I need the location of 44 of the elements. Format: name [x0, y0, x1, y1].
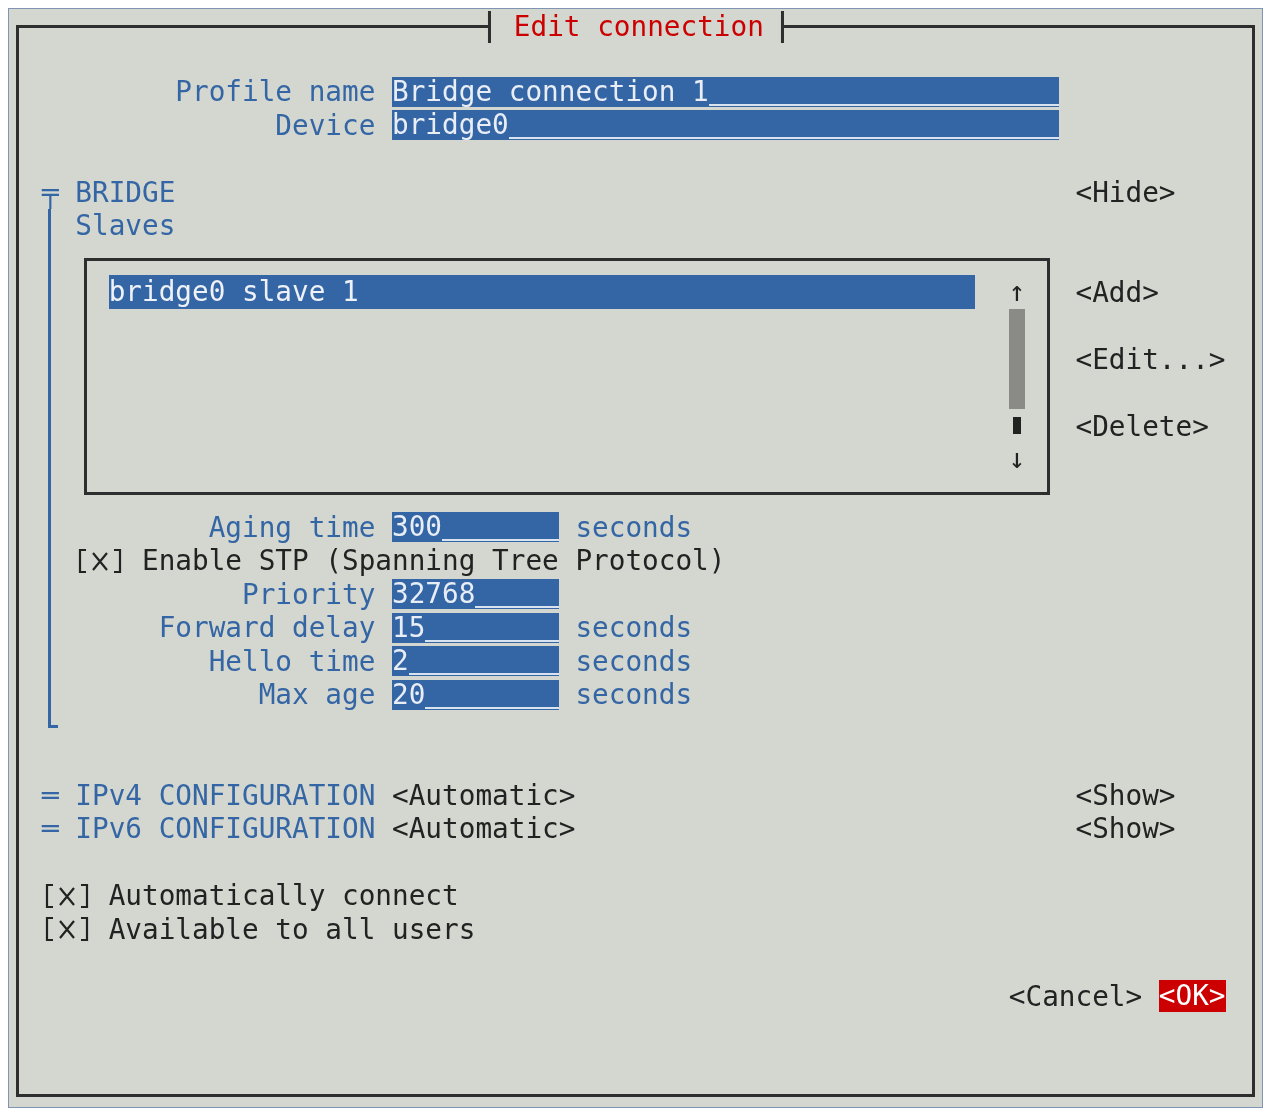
text-field[interactable]: Bridge connection 1: [392, 76, 1059, 107]
checkbox-label: Automatically connect: [108, 879, 459, 913]
text-field[interactable]: bridge0: [392, 110, 1059, 141]
dropdown-button[interactable]: <Automatic>: [392, 778, 576, 812]
dropdown-button[interactable]: <Automatic>: [392, 812, 576, 846]
field-label: Max age: [257, 678, 376, 712]
field-label: Priority: [241, 577, 376, 611]
section-heading: IPv6 CONFIGURATION: [75, 812, 377, 846]
scrollbar-thumb[interactable]: [1008, 308, 1026, 410]
unit-label: seconds: [575, 644, 693, 678]
list-action-button[interactable]: <Delete>: [1075, 410, 1209, 444]
dialog-button[interactable]: <OK>: [1158, 980, 1226, 1013]
scrollbar-marker: [1012, 417, 1022, 435]
list-item[interactable]: bridge0 slave 1: [108, 275, 976, 309]
section-marker: ═: [42, 812, 60, 846]
text-field[interactable]: 15: [392, 612, 559, 643]
list-action-button[interactable]: <Add>: [1075, 276, 1159, 310]
dialog-title: Edit connection: [487, 11, 784, 43]
field-label: Forward delay: [157, 611, 376, 645]
section-marker: ═: [42, 778, 60, 812]
scroll-up-arrow[interactable]: ↑: [1008, 275, 1026, 309]
list-action-button[interactable]: <Edit...>: [1075, 343, 1226, 377]
section-marker: ╤: [42, 175, 60, 209]
scroll-down-arrow[interactable]: ↓: [1008, 442, 1026, 476]
field-label: Hello time: [207, 644, 376, 678]
text-field[interactable]: 2: [392, 646, 559, 677]
section-heading: IPv4 CONFIGURATION: [75, 778, 377, 812]
checkbox-label: Available to all users: [108, 912, 476, 946]
checkbox-label: Enable STP (Spanning Tree Protocol): [142, 544, 726, 578]
section-heading: BRIDGE: [75, 175, 177, 209]
text-field[interactable]: 32768: [392, 579, 559, 610]
dialog-button[interactable]: <Cancel>: [1008, 979, 1143, 1013]
text-field[interactable]: 300: [392, 512, 559, 543]
unit-label: seconds: [575, 510, 693, 544]
unit-label: seconds: [575, 678, 693, 712]
toggle-button[interactable]: <Hide>: [1075, 175, 1176, 209]
text-field[interactable]: 20: [392, 679, 559, 710]
field-label: Aging time: [207, 510, 376, 544]
unit-label: seconds: [575, 611, 693, 645]
list-label: Slaves: [75, 209, 176, 243]
field-label: Device: [274, 108, 376, 142]
toggle-button[interactable]: <Show>: [1075, 778, 1176, 812]
toggle-button[interactable]: <Show>: [1075, 812, 1176, 846]
field-label: Profile name: [174, 75, 376, 109]
